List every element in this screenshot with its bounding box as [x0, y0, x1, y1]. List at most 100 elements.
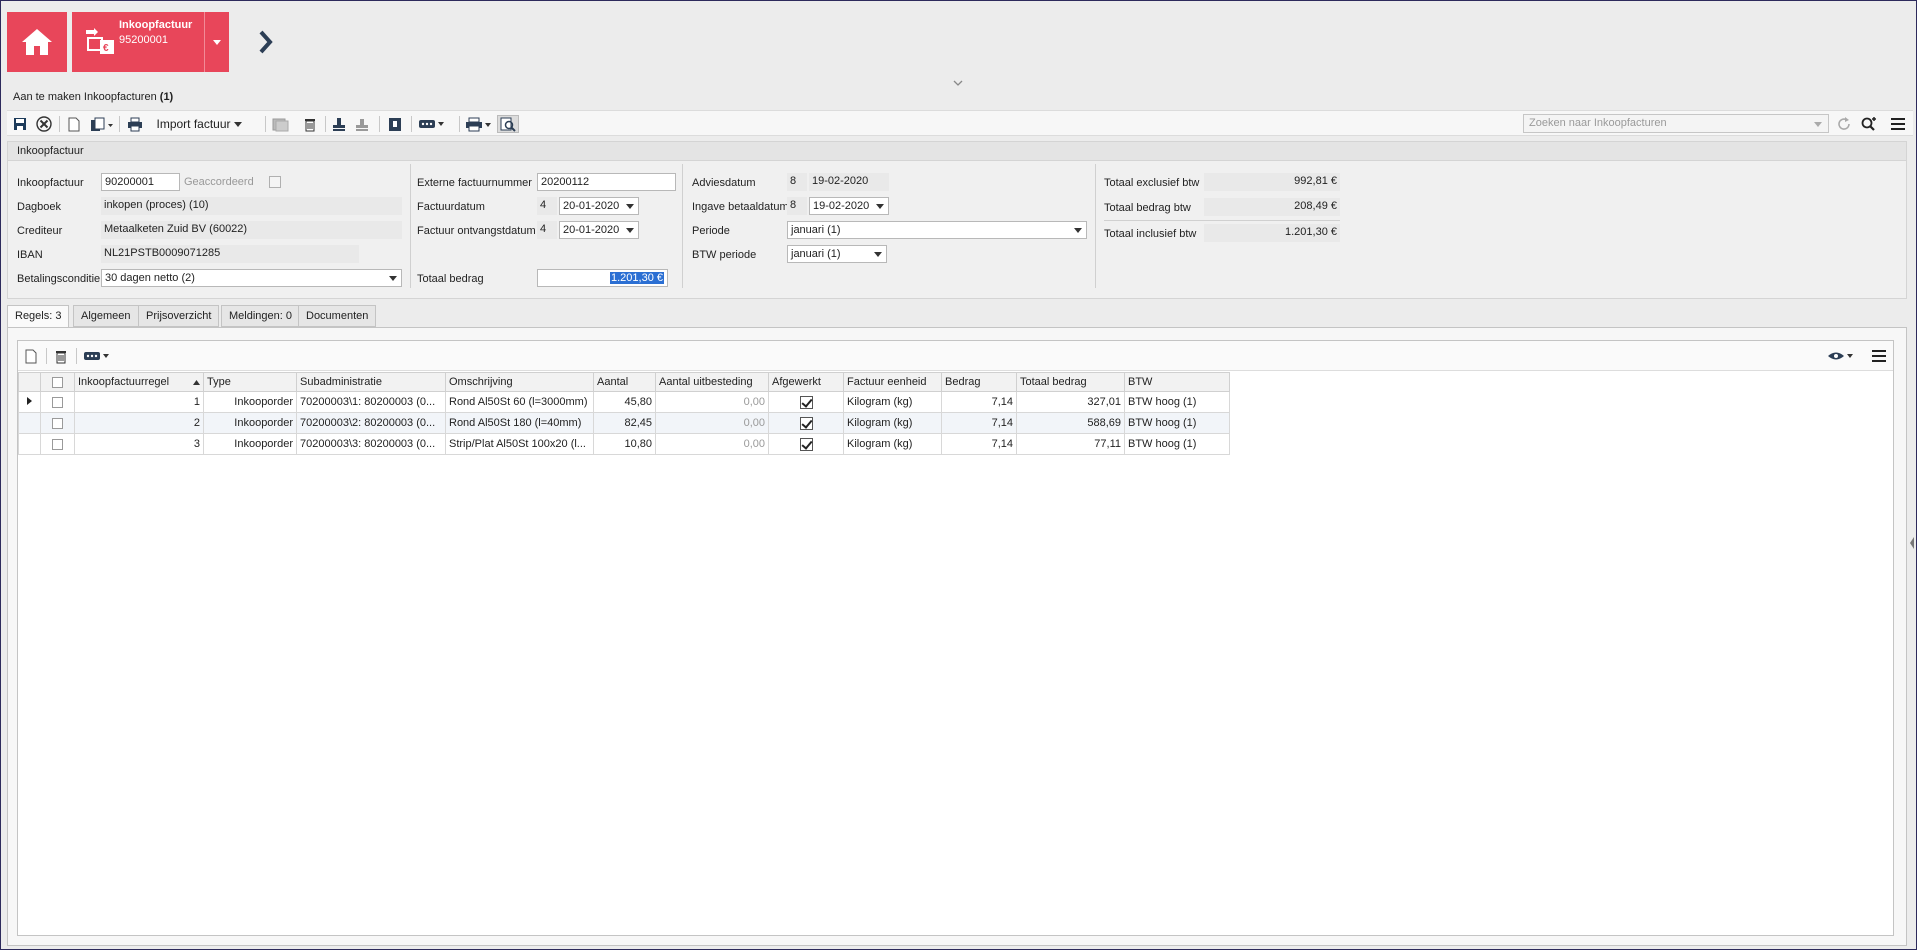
- cell-eenheid[interactable]: Kilogram (kg): [843, 412, 942, 434]
- more-actions-button[interactable]: [417, 115, 447, 133]
- search-input[interactable]: Zoeken naar Inkoopfacturen: [1523, 114, 1829, 133]
- cell-omschrijving[interactable]: Rond Al50St 60 (l=3000mm): [445, 391, 594, 413]
- column-header[interactable]: Aantal uitbesteding: [655, 372, 769, 392]
- cell-totaal[interactable]: 77,11: [1016, 433, 1125, 455]
- cell-eenheid[interactable]: Kilogram (kg): [843, 391, 942, 413]
- table-row[interactable]: 3 Inkooporder 70200003\3: 80200003 (0...…: [18, 433, 1230, 455]
- cell-afgewerkt[interactable]: [768, 433, 844, 455]
- column-header[interactable]: Factuur eenheid: [843, 372, 942, 392]
- grid-delete-button[interactable]: [52, 347, 70, 365]
- column-header[interactable]: Subadministratie: [296, 372, 446, 392]
- cell-regel[interactable]: 2: [74, 412, 204, 434]
- cell-omschrijving[interactable]: Strip/Plat Al50St 100x20 (l...: [445, 433, 594, 455]
- delete-button[interactable]: [301, 115, 319, 133]
- row-checkbox[interactable]: [52, 417, 63, 429]
- table-row[interactable]: 1 Inkooporder 70200003\1: 80200003 (0...…: [18, 391, 1230, 413]
- column-header[interactable]: BTW: [1124, 372, 1230, 392]
- copy-button[interactable]: [89, 115, 115, 133]
- select-all-header[interactable]: [40, 372, 75, 392]
- table-row[interactable]: 2 Inkooporder 70200003\2: 80200003 (0...…: [18, 412, 1230, 434]
- geaccordeerd-checkbox[interactable]: [269, 176, 281, 188]
- factuurdatum-field[interactable]: 20-01-2020: [559, 197, 639, 215]
- tab-meldingen[interactable]: Meldingen: 0: [221, 305, 300, 327]
- cell-uitbesteding[interactable]: 0,00: [655, 391, 769, 413]
- totaal-bedrag-field[interactable]: 1.201,30 €: [537, 269, 668, 287]
- select-all-checkbox[interactable]: [52, 376, 63, 388]
- cell-aantal[interactable]: 82,45: [593, 412, 656, 434]
- inkoopfactuur-field[interactable]: 90200001: [101, 173, 180, 191]
- print-options-button[interactable]: [465, 115, 493, 133]
- book-button[interactable]: [385, 115, 405, 133]
- refresh-button[interactable]: [1835, 115, 1853, 133]
- cell-sub[interactable]: 70200003\1: 80200003 (0...: [296, 391, 446, 413]
- extern-field[interactable]: 20200112: [537, 173, 676, 191]
- cell-bedrag[interactable]: 7,14: [941, 391, 1017, 413]
- cell-omschrijving[interactable]: Rond Al50St 180 (l=40mm): [445, 412, 594, 434]
- grid-more-actions-button[interactable]: [82, 347, 112, 365]
- row-checkbox[interactable]: [52, 396, 63, 408]
- search-add-button[interactable]: [1859, 115, 1879, 133]
- column-header[interactable]: Afgewerkt: [768, 372, 844, 392]
- btw-periode-select[interactable]: januari (1): [787, 245, 887, 263]
- tab-prijsoverzicht[interactable]: Prijsoverzicht: [138, 305, 220, 327]
- cell-uitbesteding[interactable]: 0,00: [655, 412, 769, 434]
- import-invoice-button[interactable]: Import factuur: [153, 115, 245, 133]
- cell-totaal[interactable]: 588,69: [1016, 412, 1125, 434]
- column-header[interactable]: Aantal: [593, 372, 656, 392]
- collapse-arrow-icon[interactable]: [953, 79, 963, 87]
- menu-button[interactable]: [1889, 115, 1907, 133]
- column-header[interactable]: Omschrijving: [445, 372, 594, 392]
- cancel-button[interactable]: [35, 115, 53, 133]
- cell-bedrag[interactable]: 7,14: [941, 412, 1017, 434]
- cell-regel[interactable]: 3: [74, 433, 204, 455]
- cell-btw[interactable]: BTW hoog (1): [1124, 433, 1230, 455]
- cell-aantal[interactable]: 45,80: [593, 391, 656, 413]
- cell-sub[interactable]: 70200003\3: 80200003 (0...: [296, 433, 446, 455]
- afgewerkt-checkbox[interactable]: [799, 395, 813, 409]
- column-header[interactable]: Bedrag: [941, 372, 1017, 392]
- afgewerkt-checkbox[interactable]: [799, 437, 813, 451]
- betaaldatum-field[interactable]: 19-02-2020: [809, 197, 889, 215]
- grid-menu-button[interactable]: [1870, 347, 1888, 365]
- stamp-button[interactable]: [330, 115, 348, 133]
- side-panel-handle-icon[interactable]: [1910, 537, 1914, 549]
- grid-new-button[interactable]: [22, 347, 40, 365]
- cell-eenheid[interactable]: Kilogram (kg): [843, 433, 942, 455]
- row-checkbox[interactable]: [52, 438, 63, 450]
- cell-type[interactable]: Inkooporder: [203, 412, 297, 434]
- chevron-down-icon[interactable]: [1814, 122, 1822, 127]
- stamp-approve-button[interactable]: [354, 115, 372, 133]
- column-header[interactable]: Inkoopfactuurregel: [74, 372, 204, 392]
- periode-select[interactable]: januari (1): [787, 221, 1087, 239]
- afgewerkt-checkbox[interactable]: [799, 416, 813, 430]
- column-header[interactable]: Type: [203, 372, 297, 392]
- row-select-cell[interactable]: [40, 391, 75, 413]
- stack-button[interactable]: [270, 115, 290, 133]
- tab-documenten[interactable]: Documenten: [298, 305, 377, 327]
- row-select-cell[interactable]: [40, 412, 75, 434]
- tab-regels[interactable]: Regels: 3: [7, 305, 70, 328]
- column-header[interactable]: Totaal bedrag: [1016, 372, 1125, 392]
- ontvangstdatum-field[interactable]: 20-01-2020: [559, 221, 639, 239]
- cell-type[interactable]: Inkooporder: [203, 433, 297, 455]
- cell-type[interactable]: Inkooporder: [203, 391, 297, 413]
- preview-button[interactable]: [497, 115, 519, 133]
- document-dropdown-button[interactable]: [204, 12, 229, 72]
- cell-totaal[interactable]: 327,01: [1016, 391, 1125, 413]
- betalingsconditie-select[interactable]: 30 dagen netto (2): [101, 269, 402, 287]
- cell-bedrag[interactable]: 7,14: [941, 433, 1017, 455]
- cell-aantal[interactable]: 10,80: [593, 433, 656, 455]
- cell-sub[interactable]: 70200003\2: 80200003 (0...: [296, 412, 446, 434]
- new-button[interactable]: [65, 115, 83, 133]
- row-select-cell[interactable]: [40, 433, 75, 455]
- home-button[interactable]: [7, 12, 67, 72]
- print-button[interactable]: [125, 115, 145, 133]
- cell-afgewerkt[interactable]: [768, 391, 844, 413]
- cell-uitbesteding[interactable]: 0,00: [655, 433, 769, 455]
- chevron-right-icon[interactable]: [256, 28, 276, 56]
- cell-regel[interactable]: 1: [74, 391, 204, 413]
- cell-btw[interactable]: BTW hoog (1): [1124, 412, 1230, 434]
- cell-btw[interactable]: BTW hoog (1): [1124, 391, 1230, 413]
- document-tile[interactable]: € Inkoopfactuur 95200001: [72, 12, 229, 72]
- cell-afgewerkt[interactable]: [768, 412, 844, 434]
